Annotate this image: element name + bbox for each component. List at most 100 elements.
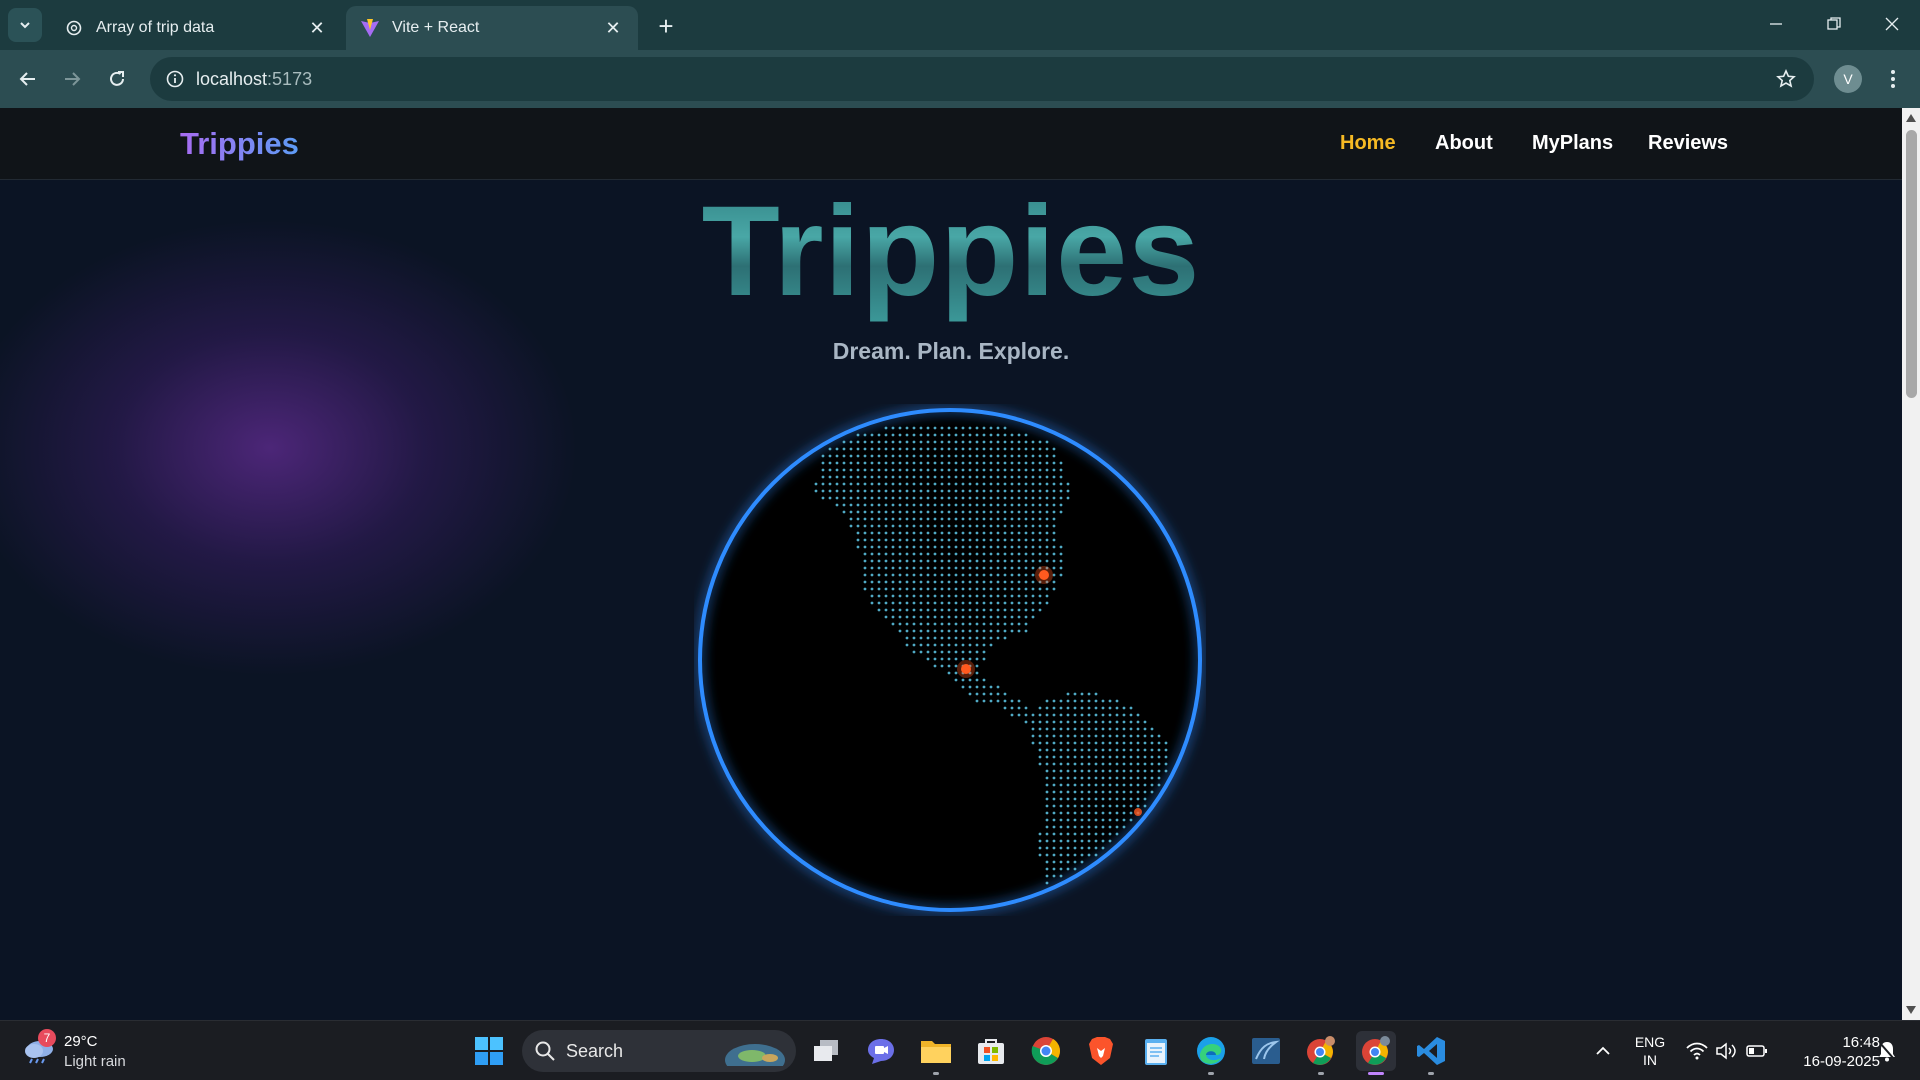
start-button[interactable] bbox=[469, 1031, 509, 1071]
land-dot bbox=[835, 475, 839, 479]
land-dot bbox=[961, 601, 965, 605]
minimize-button[interactable] bbox=[1748, 0, 1804, 48]
battery-icon[interactable] bbox=[1744, 1031, 1770, 1071]
land-dot bbox=[1024, 517, 1028, 521]
url-text[interactable]: localhost:5173 bbox=[196, 69, 312, 90]
nav-home-link[interactable]: Home bbox=[1340, 132, 1396, 155]
page-scrollbar[interactable] bbox=[1902, 108, 1920, 1020]
land-dot bbox=[954, 503, 958, 507]
restore-button[interactable] bbox=[1806, 0, 1862, 48]
tab-search-button[interactable] bbox=[8, 8, 42, 42]
land-dot bbox=[1010, 475, 1014, 479]
land-dot bbox=[1038, 454, 1042, 458]
land-dot bbox=[968, 573, 972, 577]
land-dot bbox=[1101, 811, 1105, 815]
nav-reviews-link[interactable]: Reviews bbox=[1648, 132, 1728, 155]
search-icon bbox=[535, 1041, 555, 1061]
land-dot bbox=[975, 587, 979, 591]
land-dot bbox=[982, 496, 986, 500]
scrollbar-thumb[interactable] bbox=[1906, 130, 1917, 398]
chrome-active-icon[interactable] bbox=[1356, 1031, 1396, 1075]
input-language-indicator[interactable]: ENG IN bbox=[1628, 1033, 1672, 1069]
chrome-profile-icon[interactable] bbox=[1301, 1031, 1341, 1075]
land-dot bbox=[1094, 839, 1098, 843]
new-tab-button[interactable]: + bbox=[650, 10, 682, 42]
close-window-button[interactable] bbox=[1864, 0, 1920, 48]
land-dot bbox=[1038, 524, 1042, 528]
land-dot bbox=[1087, 734, 1091, 738]
land-dot bbox=[947, 594, 951, 598]
land-dot bbox=[856, 517, 860, 521]
land-dot bbox=[1136, 797, 1140, 801]
task-view-icon[interactable] bbox=[806, 1031, 846, 1071]
wifi-icon[interactable] bbox=[1684, 1031, 1710, 1071]
land-dot bbox=[884, 496, 888, 500]
tab-array-of-trip-data[interactable]: Array of trip data ✕ bbox=[50, 6, 342, 50]
back-button[interactable] bbox=[10, 61, 46, 97]
land-dot bbox=[856, 433, 860, 437]
land-dot bbox=[835, 496, 839, 500]
land-dot bbox=[842, 482, 846, 486]
file-explorer-icon[interactable] bbox=[916, 1031, 956, 1075]
land-dot bbox=[1017, 510, 1021, 514]
land-dot bbox=[891, 580, 895, 584]
forward-button[interactable] bbox=[54, 61, 90, 97]
notification-bell-icon[interactable] bbox=[1872, 1031, 1902, 1071]
reload-button[interactable] bbox=[99, 61, 135, 97]
show-hidden-icons-chevron-up-icon[interactable] bbox=[1590, 1031, 1616, 1071]
brave-browser-icon[interactable] bbox=[1081, 1031, 1121, 1071]
land-dot bbox=[954, 594, 958, 598]
land-dot bbox=[933, 552, 937, 556]
meet-now-icon[interactable] bbox=[861, 1031, 901, 1071]
land-dot bbox=[940, 643, 944, 647]
land-dot bbox=[1038, 496, 1042, 500]
notepad-icon[interactable] bbox=[1136, 1031, 1176, 1071]
land-dot bbox=[1059, 552, 1063, 556]
close-tab-icon[interactable]: ✕ bbox=[602, 17, 624, 39]
profile-avatar[interactable]: V bbox=[1834, 65, 1862, 93]
address-bar[interactable]: localhost:5173 bbox=[150, 57, 1814, 101]
land-dot bbox=[1115, 720, 1119, 724]
nav-myplans-link[interactable]: MyPlans bbox=[1532, 132, 1613, 155]
sql-tool-icon[interactable] bbox=[1246, 1031, 1286, 1071]
globe[interactable] bbox=[694, 404, 1206, 916]
nav-about-link[interactable]: About bbox=[1435, 132, 1493, 155]
chrome-icon[interactable] bbox=[1026, 1031, 1066, 1071]
land-dot bbox=[891, 454, 895, 458]
close-tab-icon[interactable]: ✕ bbox=[306, 17, 328, 39]
land-dot bbox=[870, 503, 874, 507]
weather-widget[interactable]: 7 29°C Light rain bbox=[20, 1029, 140, 1073]
taskbar-search[interactable]: Search bbox=[522, 1030, 796, 1072]
land-dot bbox=[1003, 468, 1007, 472]
land-dot bbox=[1010, 440, 1014, 444]
tab-vite-react[interactable]: Vite + React ✕ bbox=[346, 6, 638, 50]
land-dot bbox=[954, 440, 958, 444]
land-dot bbox=[954, 629, 958, 633]
land-dot bbox=[1003, 566, 1007, 570]
land-dot bbox=[954, 510, 958, 514]
scroll-up-arrow-icon[interactable] bbox=[1902, 110, 1920, 126]
land-dot bbox=[947, 615, 951, 619]
brand-logo[interactable]: Trippies bbox=[180, 126, 299, 162]
land-dot bbox=[947, 475, 951, 479]
site-info-icon[interactable] bbox=[160, 64, 190, 94]
land-dot bbox=[1059, 475, 1063, 479]
microsoft-store-icon[interactable] bbox=[971, 1031, 1011, 1071]
vscode-icon[interactable] bbox=[1411, 1031, 1451, 1075]
land-dot bbox=[1087, 692, 1091, 696]
land-dot bbox=[898, 594, 902, 598]
land-dot bbox=[933, 454, 937, 458]
land-dot bbox=[996, 517, 1000, 521]
land-dot bbox=[877, 545, 881, 549]
land-dot bbox=[1136, 741, 1140, 745]
land-dot bbox=[989, 566, 993, 570]
volume-icon[interactable] bbox=[1714, 1031, 1740, 1071]
land-dot bbox=[1059, 762, 1063, 766]
edge-icon[interactable] bbox=[1191, 1031, 1231, 1075]
land-dot bbox=[940, 650, 944, 654]
land-dot bbox=[961, 622, 965, 626]
taskbar-clock[interactable]: 16:48 16-09-2025 bbox=[1780, 1033, 1880, 1071]
bookmark-star-icon[interactable] bbox=[1772, 65, 1800, 93]
scroll-down-arrow-icon[interactable] bbox=[1902, 1002, 1920, 1018]
browser-menu-button[interactable] bbox=[1878, 63, 1908, 95]
